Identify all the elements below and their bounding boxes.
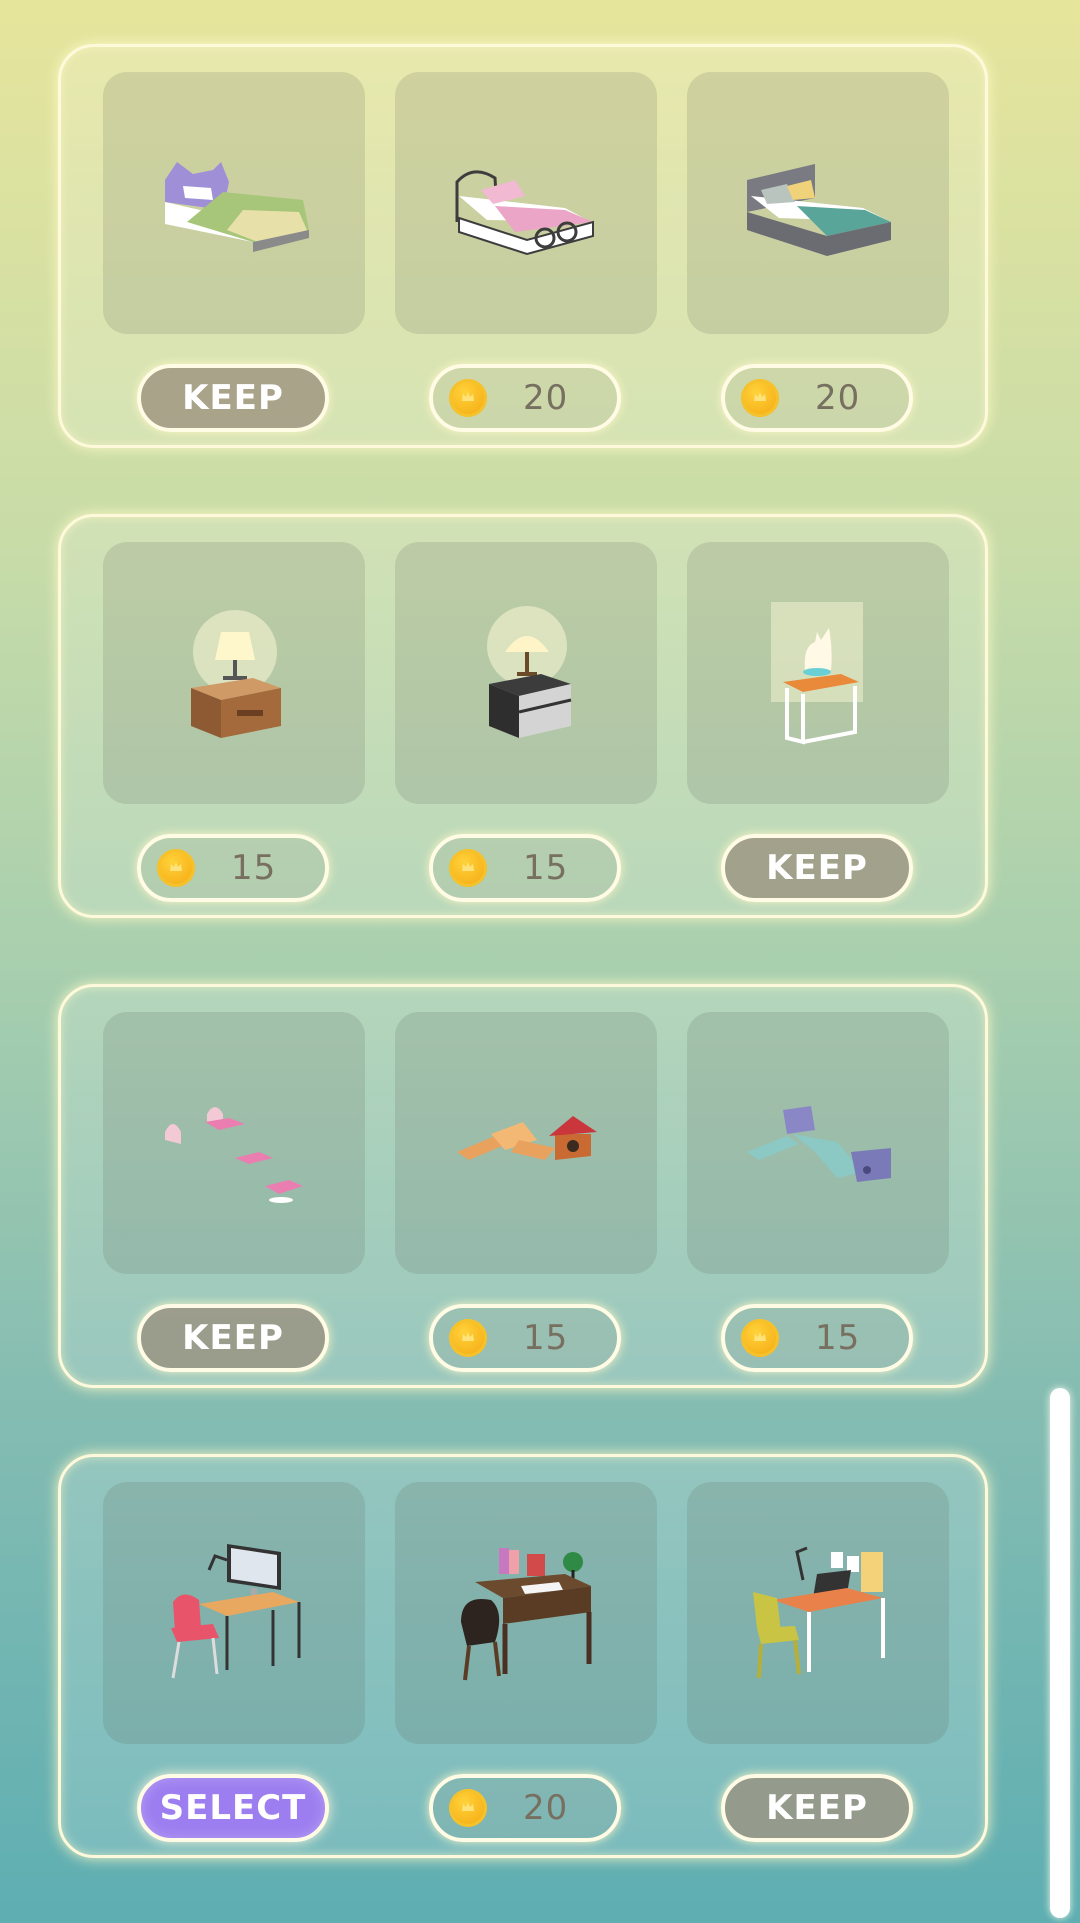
pink-steps-icon <box>165 1107 303 1203</box>
coin-icon <box>741 1319 779 1357</box>
tile-computer-desk[interactable] <box>103 1482 365 1744</box>
gray-bed-icon <box>747 164 891 256</box>
coin-icon <box>741 379 779 417</box>
tile-black-nightstand-lamp[interactable] <box>395 542 657 804</box>
coin-icon <box>449 849 487 887</box>
tile-blue-slide[interactable] <box>687 1012 949 1274</box>
price-button[interactable]: 20 <box>721 364 913 432</box>
coin-icon <box>449 1789 487 1827</box>
keep-button[interactable]: KEEP <box>137 1304 329 1372</box>
blue-slide-icon <box>747 1106 891 1182</box>
tile-pink-steps[interactable] <box>103 1012 365 1274</box>
price-button[interactable]: 15 <box>137 834 329 902</box>
iron-frame-bed-icon <box>455 170 594 256</box>
scrollbar[interactable] <box>1050 1388 1070 1918</box>
cat-lamp-table-icon <box>771 602 863 745</box>
laptop-desk-icon <box>753 1546 885 1679</box>
keep-button[interactable]: KEEP <box>721 834 913 902</box>
tile-bridge-cat-house[interactable] <box>395 1012 657 1274</box>
section-nightstands: 15 15 KEEP <box>58 514 988 918</box>
coin-icon <box>157 849 195 887</box>
tile-laptop-desk[interactable] <box>687 1482 949 1744</box>
black-nightstand-lamp-icon <box>487 606 572 738</box>
price-button[interactable]: 15 <box>721 1304 913 1372</box>
computer-desk-icon <box>171 1544 301 1679</box>
bridge-cat-house-icon <box>457 1116 597 1160</box>
vintage-desk-icon <box>461 1548 592 1681</box>
keep-button[interactable]: KEEP <box>721 1774 913 1842</box>
price-button[interactable]: 15 <box>429 834 621 902</box>
section-desks: SELECT 20 KEEP <box>58 1454 988 1858</box>
keep-button[interactable]: KEEP <box>137 364 329 432</box>
section-beds: KEEP 20 20 <box>58 44 988 448</box>
price-button[interactable]: 20 <box>429 1774 621 1842</box>
price-button[interactable]: 15 <box>429 1304 621 1372</box>
tile-cat-ear-bed[interactable] <box>103 72 365 334</box>
coin-icon <box>449 1319 487 1357</box>
tile-gray-bed[interactable] <box>687 72 949 334</box>
select-button[interactable]: SELECT <box>137 1774 329 1842</box>
cat-ear-bed-icon <box>165 162 309 252</box>
price-button[interactable]: 20 <box>429 364 621 432</box>
wood-nightstand-lamp-icon <box>191 610 281 738</box>
tile-vintage-desk[interactable] <box>395 1482 657 1744</box>
coin-icon <box>449 379 487 417</box>
section-cat-play: KEEP 15 15 <box>58 984 988 1388</box>
tile-cat-lamp-table[interactable] <box>687 542 949 804</box>
tile-iron-frame-bed[interactable] <box>395 72 657 334</box>
tile-wood-nightstand-lamp[interactable] <box>103 542 365 804</box>
